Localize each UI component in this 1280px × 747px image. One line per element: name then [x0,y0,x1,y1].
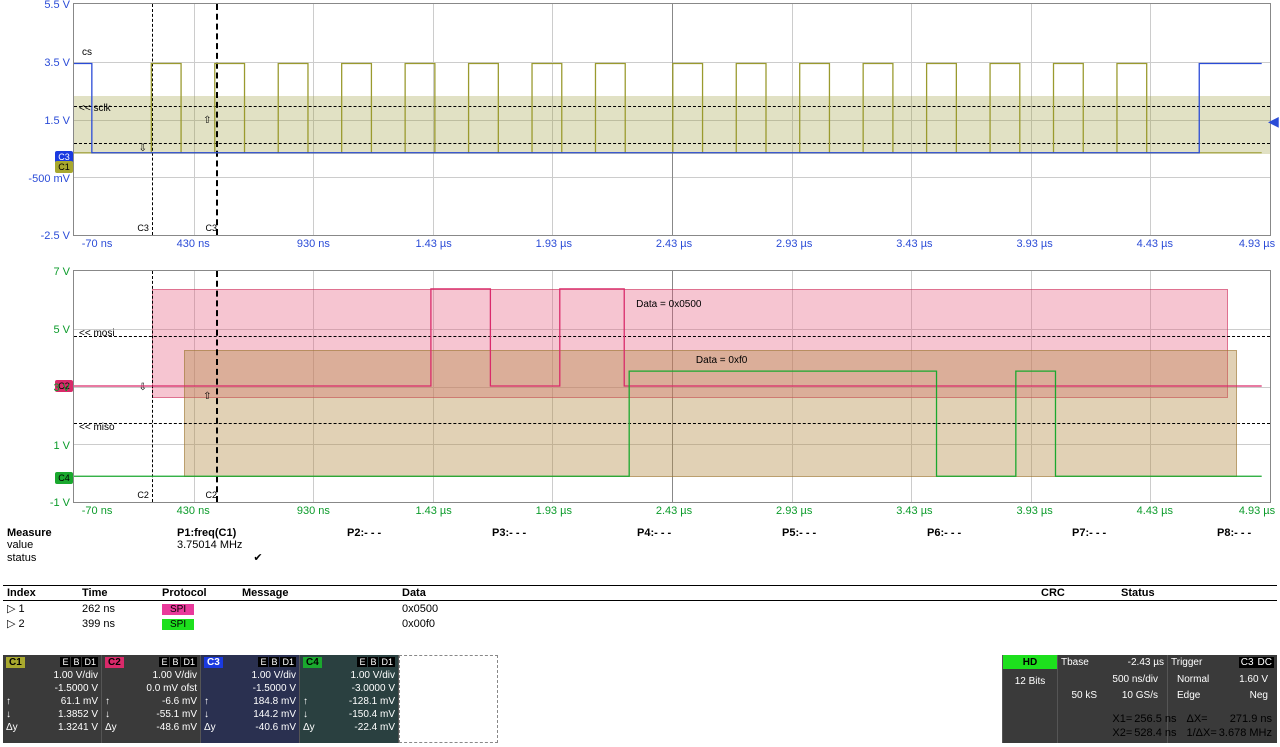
channel-box-c1[interactable]: C1EBD1 1.00 V/div-1.5000 V↑61.1 mV↓1.385… [3,655,102,743]
decode-table[interactable]: Index Time Protocol Message Data CRC Sta… [3,585,1277,631]
table-row[interactable]: ▷ 1262 nsSPI0x0500 [3,601,1277,617]
cursor-b-tag: C3 [206,223,218,233]
signal-label-sclk: << sclk [79,103,111,114]
table-row[interactable]: ▷ 2399 nsSPI0x00f0 [3,616,1277,631]
signal-label-mosi: << mosi [79,328,115,339]
trigger-level-icon[interactable]: ◀ [1268,113,1279,130]
cursor-arrow-icon: ⇩ [139,143,147,154]
channel-box-c4[interactable]: C4EBD1 1.00 V/div-3.0000 V↑-128.1 mV↓-15… [300,655,399,743]
cursor-arrow-icon: ⇩ [139,382,147,393]
ch4-marker[interactable]: C4 [55,472,73,484]
cursor-b-tag-2: C2 [206,490,218,500]
measurement-panel: MeasureP1:freq(C1)P2:- - -P3:- - -P4:- -… [3,527,1277,564]
cursor-a-tag-2: C2 [137,490,149,500]
decode-label-1: Data = 0x0500 [636,299,701,310]
decode-label-2: Data = 0xf0 [696,355,747,366]
waveform-grid-1[interactable]: cs << sclk C3 C3 ⇩ ⇧ [73,3,1271,236]
ch1-marker[interactable]: C1 [55,161,73,173]
signal-label-cs: cs [82,47,92,58]
signal-label-miso: << miso [79,422,115,433]
cursor-readout: X1=256.5 nsΔX=271.9 ns X2=528.4 ns1/ΔX=3… [1110,711,1274,741]
channel-box-c3[interactable]: C3EBD1 1.00 V/div-1.5000 V↑184.8 mV↓144.… [201,655,300,743]
cursor-arrow-icon: ⇧ [203,115,211,126]
histogram-slot[interactable] [399,655,498,743]
waveform-grid-2[interactable]: Data = 0x0500 Data = 0xf0 << mosi << mis… [73,270,1271,503]
cursor-a-tag: C3 [137,223,149,233]
channel-box-c2[interactable]: C2EBD1 1.00 V/div0.0 mV ofst↑-6.6 mV↓-55… [102,655,201,743]
cursor-arrow-icon: ⇧ [203,391,211,402]
hd-box[interactable]: HD 12 Bits [1002,655,1057,743]
